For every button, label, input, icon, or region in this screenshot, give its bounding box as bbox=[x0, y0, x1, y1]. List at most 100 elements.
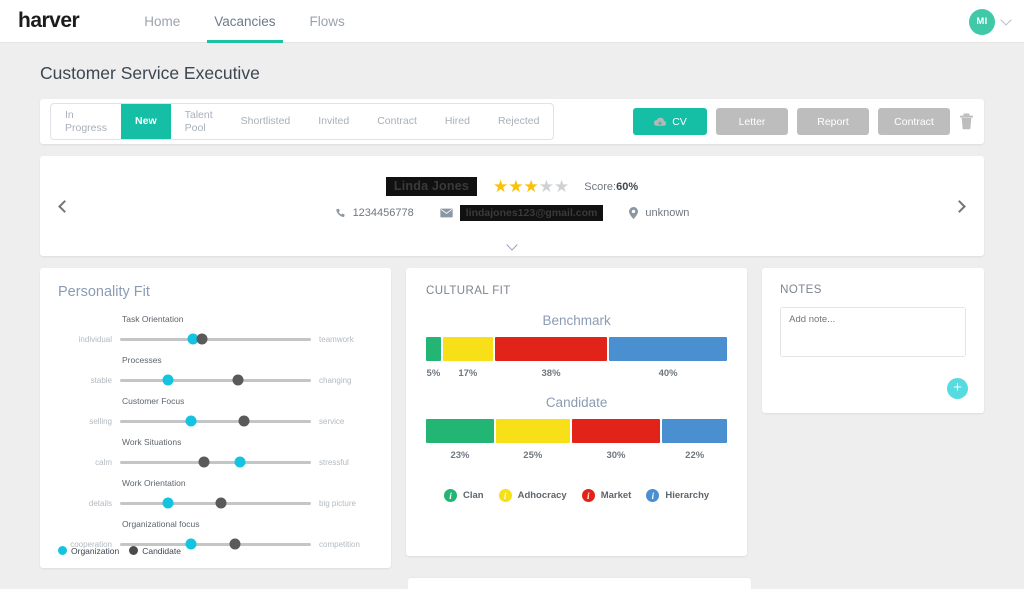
benchmark-chart: Benchmark 5% 17% 38% 40% bbox=[426, 313, 727, 379]
benchmark-segment-market bbox=[495, 337, 607, 361]
benchmark-label-market: 38% bbox=[495, 368, 607, 379]
candidate-segment-clan bbox=[426, 419, 494, 443]
slider-label: Organizational focus bbox=[122, 519, 373, 529]
slider-knob-candidate[interactable] bbox=[239, 416, 250, 427]
slider-knob-organization[interactable] bbox=[185, 539, 196, 550]
star-icon-2: ★ bbox=[508, 178, 522, 195]
stage-invited[interactable]: Invited bbox=[304, 104, 363, 139]
slider-track[interactable] bbox=[120, 379, 311, 382]
stage-filter-group: In Progress New Talent Pool Shortlisted … bbox=[50, 103, 554, 140]
legend-label-hierarchy: Hierarchy bbox=[665, 490, 709, 501]
slider-left-label: stable bbox=[58, 376, 120, 385]
candidate-phone[interactable]: 1234456778 bbox=[335, 207, 414, 219]
star-icon-3: ★ bbox=[524, 178, 538, 195]
expand-details-toggle[interactable] bbox=[40, 241, 984, 249]
contract-button[interactable]: Contract bbox=[878, 108, 950, 135]
next-candidate-button[interactable] bbox=[946, 191, 976, 221]
chevron-down-icon bbox=[506, 239, 517, 250]
top-navigation-bar: harver Home Vacancies Flows MI bbox=[0, 0, 1024, 43]
star-icon-5: ★ bbox=[554, 178, 568, 195]
slider-knob-organization[interactable] bbox=[235, 457, 246, 468]
personality-legend: Organization Candidate bbox=[58, 546, 181, 556]
harver-logo[interactable]: harver bbox=[18, 9, 79, 33]
candidate-segment-market bbox=[572, 419, 661, 443]
benchmark-label-adhocracy: 17% bbox=[443, 368, 493, 379]
score-label: Score: bbox=[584, 181, 616, 193]
legend-label-organization: Organization bbox=[71, 546, 119, 556]
legend-label-clan: Clan bbox=[463, 490, 484, 501]
cv-button[interactable]: CV bbox=[633, 108, 707, 135]
legend-item-adhocracy[interactable]: i Adhocracy bbox=[499, 489, 567, 502]
legend-item-hierarchy[interactable]: i Hierarchy bbox=[646, 489, 709, 502]
legend-label-candidate: Candidate bbox=[142, 546, 181, 556]
add-note-button[interactable]: + bbox=[947, 378, 968, 399]
page-title: Customer Service Executive bbox=[40, 63, 1024, 84]
delete-icon[interactable] bbox=[959, 113, 974, 130]
benchmark-segment-clan bbox=[426, 337, 441, 361]
letter-button[interactable]: Letter bbox=[716, 108, 788, 135]
document-action-buttons: CV Letter Report Contract bbox=[633, 108, 974, 135]
nav-link-vacancies[interactable]: Vacancies bbox=[197, 0, 292, 43]
candidate-value-labels: 23% 25% 30% 22% bbox=[426, 450, 727, 461]
slider-knob-candidate[interactable] bbox=[233, 375, 244, 386]
candidate-segment-adhocracy bbox=[496, 419, 570, 443]
slider-knob-organization[interactable] bbox=[162, 498, 173, 509]
legend-label-adhocracy: Adhocracy bbox=[518, 490, 567, 501]
slider-track[interactable] bbox=[120, 502, 311, 505]
phone-icon bbox=[335, 208, 346, 219]
nav-link-home[interactable]: Home bbox=[127, 0, 197, 43]
stage-hired[interactable]: Hired bbox=[431, 104, 484, 139]
candidate-label-hierarchy: 22% bbox=[662, 450, 727, 461]
candidate-label-market: 30% bbox=[572, 450, 661, 461]
star-icon-1: ★ bbox=[493, 178, 507, 195]
slider-label: Work Situations bbox=[122, 437, 373, 447]
chevron-left-icon bbox=[58, 200, 71, 213]
candidate-name: Linda Jones bbox=[386, 177, 477, 196]
nav-link-flows[interactable]: Flows bbox=[293, 0, 362, 43]
slider-label: Task Orientation bbox=[122, 314, 373, 324]
slider-right-label: big picture bbox=[311, 499, 373, 508]
legend-item-market[interactable]: i Market bbox=[582, 489, 632, 502]
notes-title: NOTES bbox=[780, 284, 966, 296]
candidate-email[interactable]: lindajones123@gmail.com bbox=[440, 205, 604, 221]
previous-candidate-button[interactable] bbox=[48, 191, 78, 221]
slider-track[interactable] bbox=[120, 420, 311, 423]
slider-track[interactable] bbox=[120, 461, 311, 464]
info-icon-market[interactable]: i bbox=[582, 489, 595, 502]
stage-in-progress[interactable]: In Progress bbox=[51, 104, 121, 139]
slider-right-label: stressful bbox=[311, 458, 373, 467]
candidate-chart: Candidate 23% 25% 30% 22% bbox=[426, 395, 727, 461]
info-icon-clan[interactable]: i bbox=[444, 489, 457, 502]
note-input[interactable] bbox=[780, 307, 966, 357]
slider-right-label: service bbox=[311, 417, 373, 426]
slider-knob-candidate[interactable] bbox=[197, 334, 208, 345]
report-button[interactable]: Report bbox=[797, 108, 869, 135]
info-icon-adhocracy[interactable]: i bbox=[499, 489, 512, 502]
slider-knob-candidate[interactable] bbox=[229, 539, 240, 550]
slider-label: Customer Focus bbox=[122, 396, 373, 406]
legend-item-clan[interactable]: i Clan bbox=[444, 489, 484, 502]
slider-knob-candidate[interactable] bbox=[199, 457, 210, 468]
info-icon-hierarchy[interactable]: i bbox=[646, 489, 659, 502]
slider-knob-organization[interactable] bbox=[185, 416, 196, 427]
candidate-chart-title: Candidate bbox=[426, 395, 727, 410]
slider-right-label: teamwork bbox=[311, 335, 373, 344]
stage-new[interactable]: New bbox=[121, 104, 171, 139]
slider-track[interactable] bbox=[120, 338, 311, 341]
legend-label-market: Market bbox=[601, 490, 632, 501]
score-display: Score:60% bbox=[584, 181, 638, 193]
candidate-bars bbox=[426, 419, 727, 443]
candidate-summary-card: Linda Jones ★ ★ ★ ★ ★ Score:60% 12344567… bbox=[40, 156, 984, 256]
stage-shortlisted[interactable]: Shortlisted bbox=[227, 104, 305, 139]
stage-talent-pool[interactable]: Talent Pool bbox=[171, 104, 227, 139]
stage-contract[interactable]: Contract bbox=[363, 104, 431, 139]
legend-item-organization: Organization bbox=[58, 546, 119, 556]
stage-rejected[interactable]: Rejected bbox=[484, 104, 553, 139]
slider-left-label: individual bbox=[58, 335, 120, 344]
slider-knob-candidate[interactable] bbox=[216, 498, 227, 509]
slider-knob-organization[interactable] bbox=[162, 375, 173, 386]
chevron-right-icon bbox=[953, 200, 966, 213]
star-rating[interactable]: ★ ★ ★ ★ ★ bbox=[493, 178, 568, 195]
candidate-location: unknown bbox=[629, 207, 689, 219]
user-menu[interactable]: MI bbox=[969, 0, 1010, 43]
